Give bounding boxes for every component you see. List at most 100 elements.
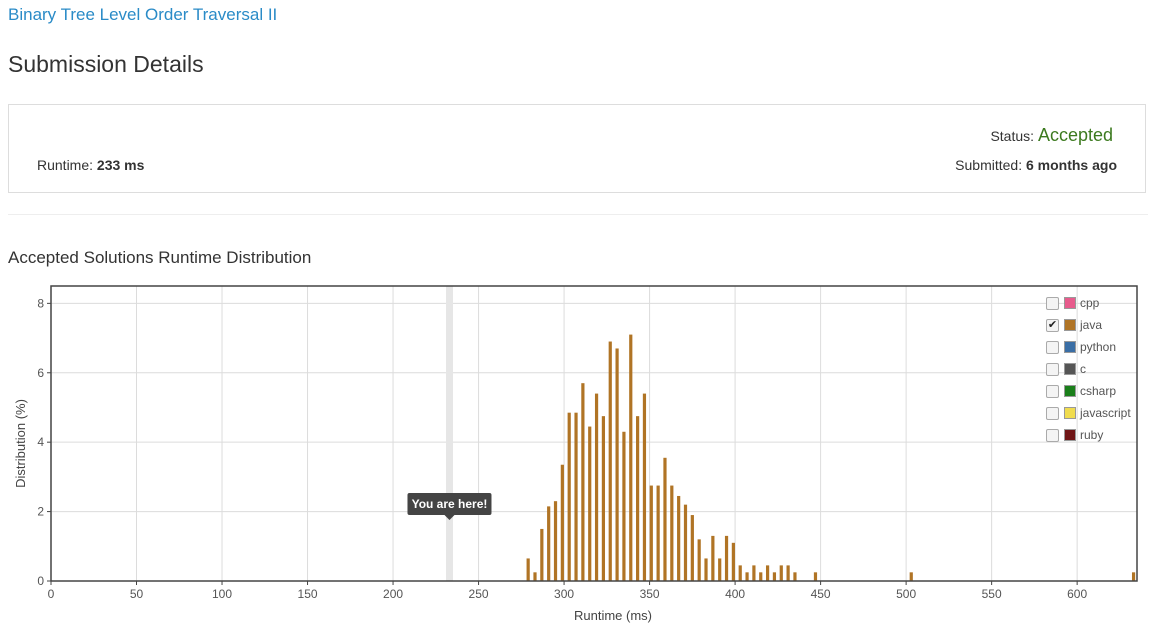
legend-swatch <box>1064 407 1076 419</box>
legend-item-java[interactable]: ✔ java <box>1046 314 1131 336</box>
runtime-value: 233 ms <box>96 157 145 173</box>
bar <box>752 565 756 581</box>
x-tick-label: 300 <box>554 587 574 601</box>
bar <box>588 426 592 581</box>
bar <box>553 501 558 581</box>
x-tick-label: 600 <box>1067 587 1087 601</box>
bar <box>724 535 729 581</box>
status-value[interactable]: Accepted <box>1038 125 1113 145</box>
y-tick-label: 6 <box>37 366 44 380</box>
bar <box>601 416 606 581</box>
bar <box>649 485 653 581</box>
runtime-row: Runtime: 233 ms <box>37 157 144 173</box>
bar <box>581 383 585 581</box>
bar <box>772 572 777 581</box>
bar <box>629 334 633 581</box>
legend-label: c <box>1080 362 1086 376</box>
legend-swatch <box>1064 363 1076 375</box>
bar <box>711 535 715 581</box>
legend-checkbox[interactable] <box>1046 340 1059 354</box>
bar <box>608 341 612 581</box>
runtime-label: Runtime: <box>37 157 94 173</box>
x-axis-label: Runtime (ms) <box>574 608 652 623</box>
y-axis-label: Distribution (%) <box>13 399 28 488</box>
y-tick-label: 2 <box>37 505 44 519</box>
bar <box>663 457 667 581</box>
bar <box>697 539 701 581</box>
legend-swatch <box>1064 297 1076 309</box>
x-tick-label: 400 <box>725 587 745 601</box>
bar <box>786 565 790 581</box>
x-tick-label: 250 <box>469 587 489 601</box>
bar <box>690 515 694 581</box>
bar <box>738 565 742 581</box>
legend-checkbox[interactable] <box>1046 296 1059 310</box>
runtime-distribution-chart: 0 50 100 150 200 250 300 350 400 450 500 550 600 0 2 4 6… <box>13 285 1138 623</box>
x-tick-label: 450 <box>811 587 831 601</box>
bar <box>813 572 818 581</box>
legend-label: python <box>1080 340 1117 354</box>
bar <box>683 504 688 581</box>
bar <box>765 565 770 581</box>
bar <box>615 348 619 581</box>
bar <box>560 464 564 581</box>
legend-item-python[interactable]: python <box>1046 336 1131 358</box>
bar <box>636 416 640 581</box>
bar <box>594 393 599 581</box>
legend-label: javascript <box>1080 406 1131 420</box>
bar <box>622 431 626 581</box>
y-tick-label: 8 <box>37 296 44 310</box>
legend-item-csharp[interactable]: csharp <box>1046 380 1131 402</box>
x-tick-label: 50 <box>130 587 144 601</box>
bar <box>704 558 708 581</box>
problem-title-link[interactable]: Binary Tree Level Order Traversal II <box>8 5 277 25</box>
legend-swatch <box>1064 385 1076 397</box>
status-row: Status: Accepted <box>990 125 1113 146</box>
legend-label: csharp <box>1080 384 1117 398</box>
bar <box>718 558 722 581</box>
you-are-here-band <box>445 286 453 581</box>
bar <box>656 485 660 581</box>
y-tick-label: 0 <box>37 574 44 588</box>
bar <box>779 565 783 581</box>
legend-swatch <box>1064 429 1076 441</box>
bar <box>677 495 681 581</box>
chart-legend: cpp ✔ java python c csharp javascript ruby <box>1046 292 1131 446</box>
x-tick-label: 550 <box>982 587 1002 601</box>
bar <box>574 412 578 581</box>
status-label: Status: <box>990 128 1035 144</box>
x-tick-label: 100 <box>212 587 232 601</box>
x-tick-label: 150 <box>298 587 318 601</box>
x-tick-label: 200 <box>383 587 403 601</box>
tooltip-text: You are here! <box>412 497 488 511</box>
submission-details-panel: Runtime: 233 ms Status: Accepted Submitt… <box>8 104 1146 193</box>
legend-label: ruby <box>1080 428 1104 442</box>
legend-item-cpp[interactable]: cpp <box>1046 292 1131 314</box>
bar <box>642 393 647 581</box>
legend-swatch <box>1064 319 1076 331</box>
divider <box>8 214 1148 215</box>
bar <box>759 572 763 581</box>
legend-checkbox[interactable]: ✔ <box>1046 318 1059 332</box>
legend-item-ruby[interactable]: ruby <box>1046 424 1131 446</box>
legend-item-javascript[interactable]: javascript <box>1046 402 1131 424</box>
legend-checkbox[interactable] <box>1046 362 1059 376</box>
legend-item-c[interactable]: c <box>1046 358 1131 380</box>
bar <box>533 572 537 581</box>
legend-label: cpp <box>1080 296 1100 310</box>
legend-swatch <box>1064 341 1076 353</box>
legend-checkbox[interactable] <box>1046 406 1059 420</box>
bar <box>1131 572 1136 581</box>
x-tick-label: 350 <box>640 587 660 601</box>
bar <box>567 412 571 581</box>
submitted-row: Submitted: 6 months ago <box>955 157 1117 173</box>
submitted-value: 6 months ago <box>1025 157 1117 173</box>
x-tick-label: 0 <box>48 587 55 601</box>
plot-area <box>51 286 1137 581</box>
legend-checkbox[interactable] <box>1046 428 1059 442</box>
x-tick-label: 500 <box>896 587 916 601</box>
bar <box>547 506 551 581</box>
bar <box>670 485 674 581</box>
legend-checkbox[interactable] <box>1046 384 1059 398</box>
bar <box>909 572 913 581</box>
